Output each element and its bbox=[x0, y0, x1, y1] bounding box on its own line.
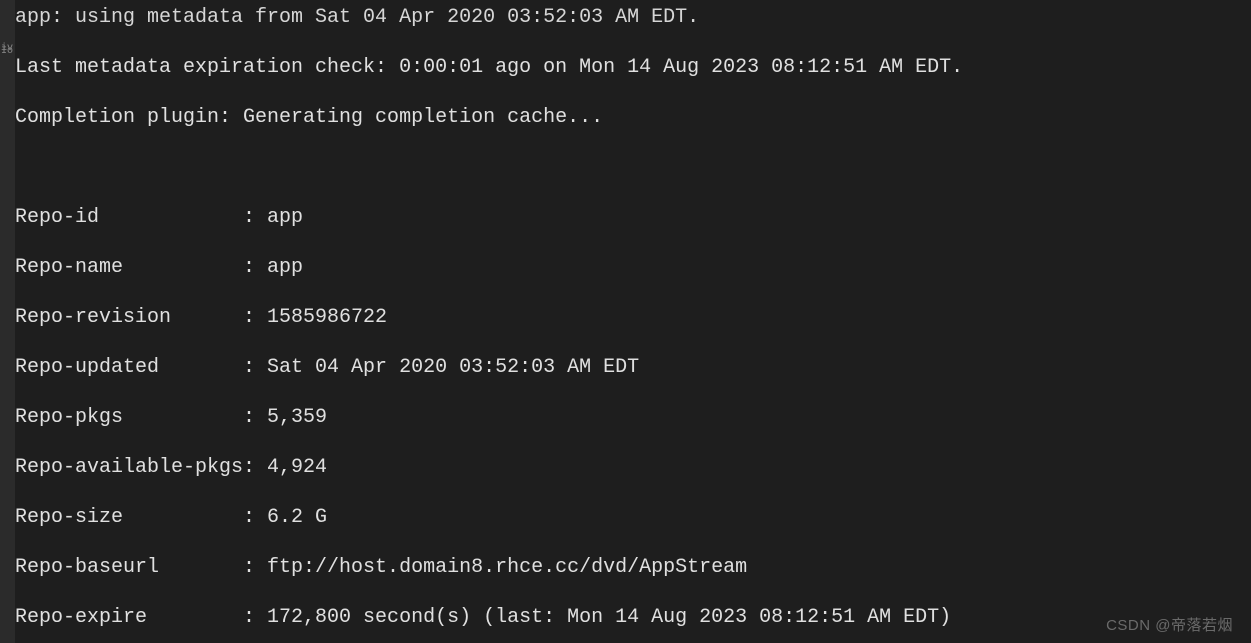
repo-revision: Repo-revision : 1585986722 bbox=[15, 305, 1251, 330]
blank-line bbox=[15, 155, 1251, 180]
repo-expire: Repo-expire : 172,800 second(s) (last: M… bbox=[15, 605, 1251, 630]
repo-baseurl: Repo-baseurl : ftp://host.domain8.rhce.c… bbox=[15, 555, 1251, 580]
editor-sidebar: iv Io bbox=[0, 0, 15, 643]
repo-id: Repo-id : app bbox=[15, 205, 1251, 230]
sidebar-label-io: Io bbox=[1, 47, 13, 57]
repo-updated: Repo-updated : Sat 04 Apr 2020 03:52:03 … bbox=[15, 355, 1251, 380]
output-line: app: using metadata from Sat 04 Apr 2020… bbox=[15, 5, 1251, 30]
repo-name: Repo-name : app bbox=[15, 255, 1251, 280]
terminal-output[interactable]: app: using metadata from Sat 04 Apr 2020… bbox=[15, 0, 1251, 643]
repo-size: Repo-size : 6.2 G bbox=[15, 505, 1251, 530]
watermark: CSDN @帝落若烟 bbox=[1106, 614, 1233, 635]
output-line: Last metadata expiration check: 0:00:01 … bbox=[15, 55, 1251, 80]
output-line: Completion plugin: Generating completion… bbox=[15, 105, 1251, 130]
repo-pkgs: Repo-pkgs : 5,359 bbox=[15, 405, 1251, 430]
repo-available-pkgs: Repo-available-pkgs: 4,924 bbox=[15, 455, 1251, 480]
